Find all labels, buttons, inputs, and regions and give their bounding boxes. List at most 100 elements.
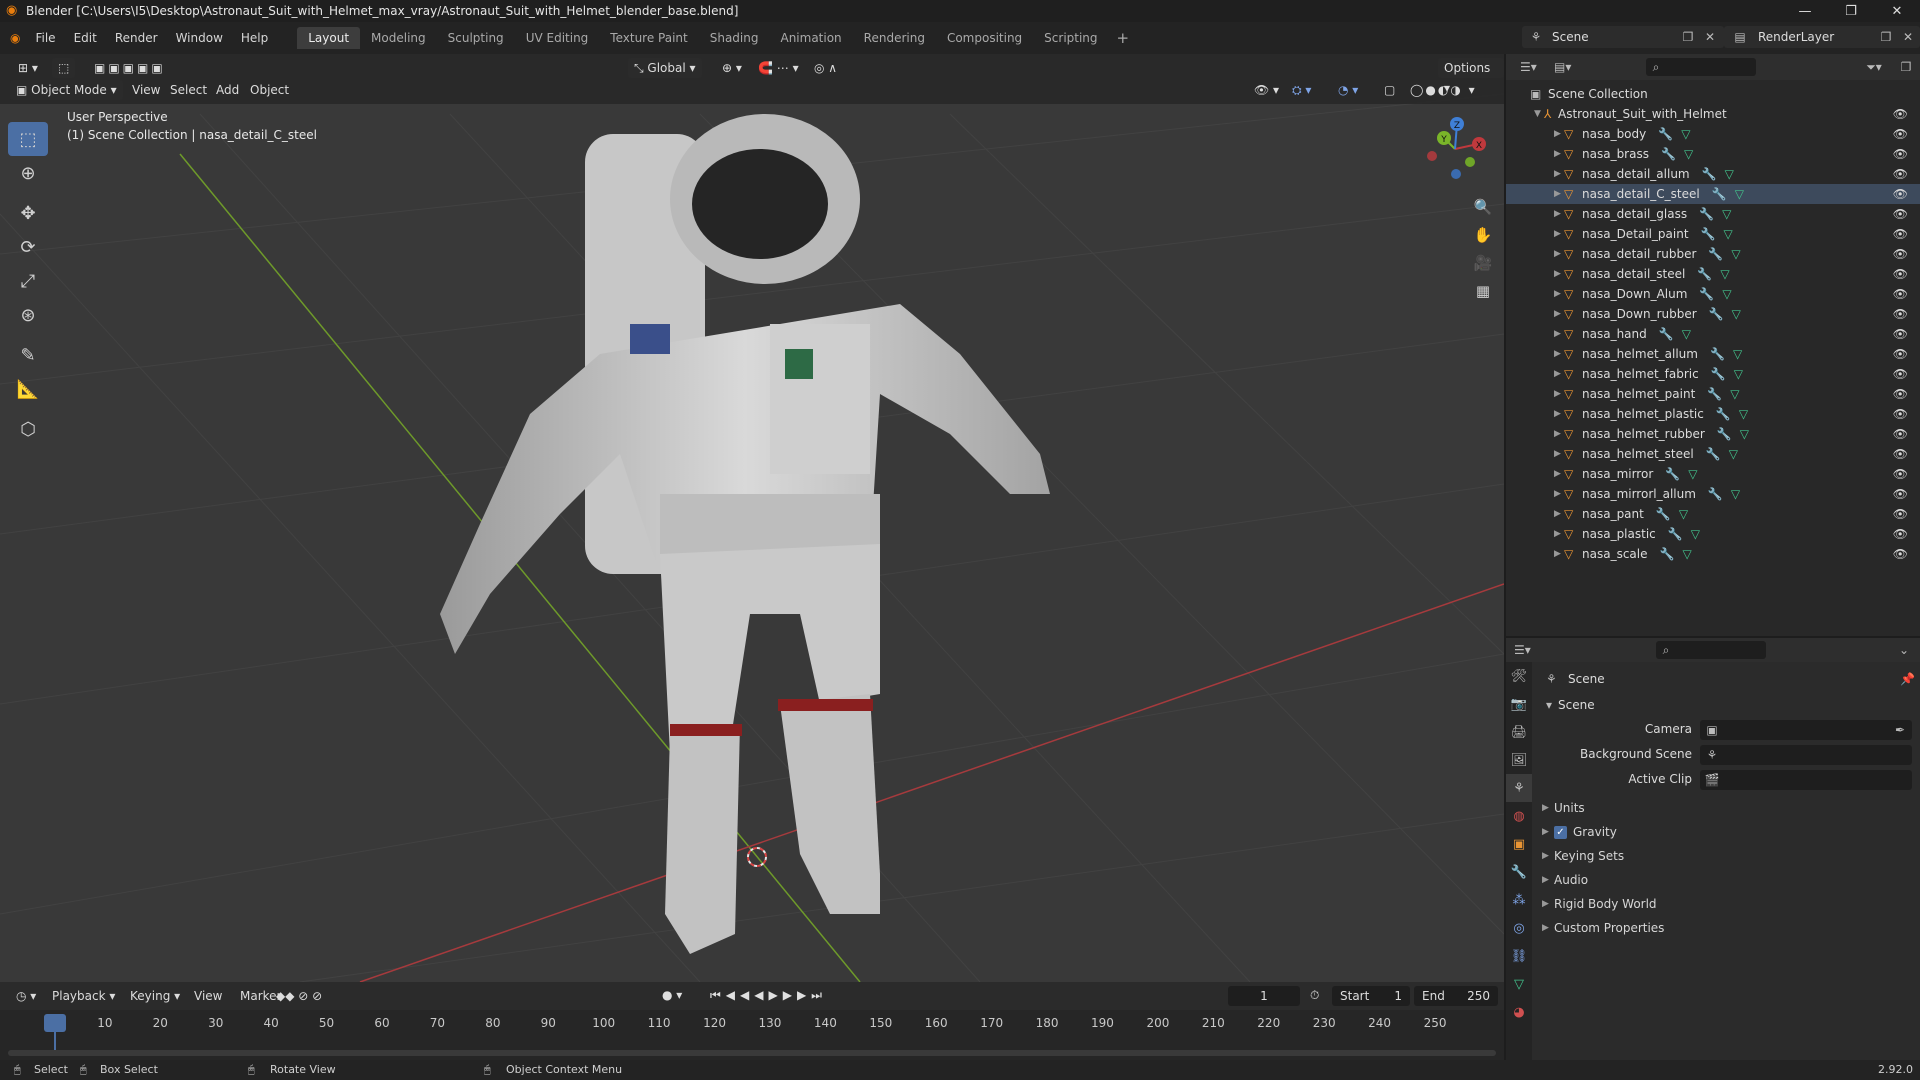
- eye-icon[interactable]: 👁: [1893, 547, 1908, 561]
- outliner-item[interactable]: ▶ ▽ nasa_plastic 🔧 ▽ 👁: [1506, 524, 1920, 544]
- modifier-icon[interactable]: 🔧: [1706, 447, 1721, 461]
- subpanel-header[interactable]: ▶ Audio: [1542, 870, 1912, 890]
- mesh-data-icon[interactable]: ▽: [1681, 127, 1690, 141]
- subpanel-header[interactable]: ▶ Units: [1542, 798, 1912, 818]
- modifier-icon[interactable]: 🔧: [1710, 347, 1725, 361]
- expand-arrow-icon[interactable]: ▶: [1554, 289, 1564, 299]
- eye-icon[interactable]: 👁: [1893, 427, 1908, 441]
- expand-arrow-icon[interactable]: ▶: [1554, 269, 1564, 279]
- perspective-toggle-icon[interactable]: ▦: [1470, 278, 1496, 304]
- outliner-item[interactable]: ▶ ▽ nasa_mirrorl_allum 🔧 ▽ 👁: [1506, 484, 1920, 504]
- modifier-icon[interactable]: 🔧: [1658, 127, 1673, 141]
- modifier-icon[interactable]: 🔧: [1717, 427, 1732, 441]
- stopwatch-icon[interactable]: ⏱: [1310, 988, 1319, 1003]
- timeline-view-menu[interactable]: View: [188, 986, 228, 1006]
- modifier-icon[interactable]: 🔧: [1668, 527, 1683, 541]
- select-box-tool-icon[interactable]: ⬚: [8, 122, 48, 156]
- expand-arrow-icon[interactable]: ▶: [1554, 509, 1564, 519]
- tab-layout[interactable]: Layout: [297, 27, 361, 49]
- eye-icon[interactable]: 👁: [1893, 307, 1908, 321]
- modifier-icon[interactable]: 🔧: [1712, 187, 1727, 201]
- delete-scene-icon[interactable]: ✕: [1702, 29, 1718, 45]
- mesh-data-icon[interactable]: ▽: [1735, 187, 1744, 201]
- display-mode-icon[interactable]: ▤▾: [1554, 59, 1571, 75]
- eye-icon[interactable]: 👁: [1893, 407, 1908, 421]
- eye-icon[interactable]: 👁: [1893, 247, 1908, 261]
- outliner-item[interactable]: ▶ ▽ nasa_helmet_paint 🔧 ▽ 👁: [1506, 384, 1920, 404]
- outliner-item[interactable]: ▶ ▽ nasa_detail_rubber 🔧 ▽ 👁: [1506, 244, 1920, 264]
- overlay-toggle-icon[interactable]: ◔ ▾: [1332, 80, 1364, 100]
- collapse-arrow-icon[interactable]: ▶: [1542, 899, 1554, 909]
- eye-icon[interactable]: 👁: [1893, 287, 1908, 301]
- outliner-item[interactable]: ▶ ▽ nasa_Detail_paint 🔧 ▽ 👁: [1506, 224, 1920, 244]
- pivot-point-icon[interactable]: ⊕ ▾: [716, 58, 748, 78]
- tab-texture-paint[interactable]: Texture Paint: [599, 27, 698, 49]
- outliner-item[interactable]: ▶ ▽ nasa_detail_C_steel 🔧 ▽ 👁: [1506, 184, 1920, 204]
- expand-arrow-icon[interactable]: ▶: [1554, 469, 1564, 479]
- blender-menu-icon[interactable]: ◉: [0, 27, 26, 49]
- modifier-icon[interactable]: 🔧: [1708, 487, 1723, 501]
- menu-window[interactable]: Window: [167, 27, 232, 49]
- outliner-item[interactable]: ▶ ▽ nasa_helmet_allum 🔧 ▽ 👁: [1506, 344, 1920, 364]
- add-workspace-icon[interactable]: +: [1109, 29, 1138, 47]
- mesh-data-icon[interactable]: ▽: [1720, 267, 1729, 281]
- outliner-search-input[interactable]: ⌕: [1646, 58, 1756, 76]
- tab-sculpting[interactable]: Sculpting: [437, 27, 515, 49]
- rotate-tool-icon[interactable]: ⟳: [8, 230, 48, 264]
- pan-hand-icon[interactable]: ✋: [1470, 222, 1496, 248]
- outliner-item[interactable]: ▶ ▽ nasa_Down_Alum 🔧 ▽ 👁: [1506, 284, 1920, 304]
- eye-icon[interactable]: 👁: [1893, 147, 1908, 161]
- outliner-item[interactable]: ▶ ▽ nasa_hand 🔧 ▽ 👁: [1506, 324, 1920, 344]
- data-tab-icon[interactable]: ▽: [1506, 970, 1532, 998]
- subpanel-header[interactable]: ▶ Custom Properties: [1542, 918, 1912, 938]
- expand-arrow-icon[interactable]: ▶: [1554, 169, 1564, 179]
- panel-expand-arrow-icon[interactable]: ▾: [1546, 698, 1552, 712]
- eye-icon[interactable]: 👁: [1893, 227, 1908, 241]
- menu-add[interactable]: Add: [210, 80, 245, 100]
- eye-icon[interactable]: 👁: [1893, 487, 1908, 501]
- modifier-icon[interactable]: 🔧: [1709, 307, 1724, 321]
- xray-toggle-icon[interactable]: ▢: [1378, 80, 1401, 100]
- 3d-viewport[interactable]: ⊞ ▾ ⬚ ▣▣▣▣▣ ⤡ Global ▾ ⊕ ▾ 🧲 ⋯ ▾ ◎ ∧ Opt…: [0, 54, 1504, 982]
- expand-arrow-icon[interactable]: ▶: [1554, 529, 1564, 539]
- snap-icon[interactable]: 🧲 ⋯ ▾: [752, 58, 805, 78]
- maximize-button[interactable]: ❐: [1828, 0, 1874, 22]
- playhead[interactable]: [44, 1014, 66, 1032]
- modifier-tab-icon[interactable]: 🔧: [1506, 858, 1532, 886]
- render-tab-icon[interactable]: 📷: [1506, 690, 1532, 718]
- modifier-icon[interactable]: 🔧: [1699, 207, 1714, 221]
- modifier-icon[interactable]: 🔧: [1716, 407, 1731, 421]
- modifier-icon[interactable]: 🔧: [1701, 227, 1716, 241]
- tab-scripting[interactable]: Scripting: [1033, 27, 1108, 49]
- eye-icon[interactable]: 👁: [1893, 267, 1908, 281]
- expand-arrow-icon[interactable]: ▶: [1554, 189, 1564, 199]
- expand-arrow-icon[interactable]: ▼: [1534, 109, 1544, 119]
- collapse-arrow-icon[interactable]: ▶: [1542, 923, 1554, 933]
- menu-select[interactable]: Select: [164, 80, 213, 100]
- end-frame-field[interactable]: End 250: [1414, 986, 1498, 1006]
- mesh-data-icon[interactable]: ▽: [1688, 467, 1697, 481]
- modifier-icon[interactable]: 🔧: [1665, 467, 1680, 481]
- modifier-icon[interactable]: 🔧: [1711, 367, 1726, 381]
- eyedropper-icon[interactable]: ✒: [1892, 722, 1908, 738]
- add-cube-tool-icon[interactable]: ⬡: [8, 412, 48, 446]
- close-button[interactable]: ✕: [1874, 0, 1920, 22]
- active-clip-field[interactable]: 🎬: [1700, 770, 1912, 790]
- view-layer-selector[interactable]: ▤ RenderLayer ❐ ✕: [1724, 26, 1920, 48]
- scene-collection-row[interactable]: ▣ Scene Collection: [1506, 84, 1920, 104]
- playback-controls-icons[interactable]: ⏮◀◀◀▶▶▶⏭: [710, 988, 827, 1003]
- modifier-icon[interactable]: 🔧: [1659, 547, 1674, 561]
- measure-tool-icon[interactable]: 📐: [8, 372, 48, 406]
- minimize-button[interactable]: —: [1782, 0, 1828, 22]
- menu-view[interactable]: View: [126, 80, 166, 100]
- select-tool-icon[interactable]: ⬚: [52, 58, 76, 78]
- transform-tool-icon[interactable]: ⊛: [8, 298, 48, 332]
- new-collection-icon[interactable]: ❐: [1898, 59, 1914, 75]
- visibility-icon[interactable]: 👁 ▾: [1248, 80, 1285, 100]
- modifier-icon[interactable]: 🔧: [1697, 267, 1712, 281]
- keyframe-nav-icons[interactable]: ◆◆ ⊘ ⊘: [270, 986, 328, 1006]
- outliner-item[interactable]: ▶ ▽ nasa_mirror 🔧 ▽ 👁: [1506, 464, 1920, 484]
- eye-icon[interactable]: 👁: [1893, 187, 1908, 201]
- modifier-icon[interactable]: 🔧: [1702, 167, 1717, 181]
- mesh-data-icon[interactable]: ▽: [1740, 427, 1749, 441]
